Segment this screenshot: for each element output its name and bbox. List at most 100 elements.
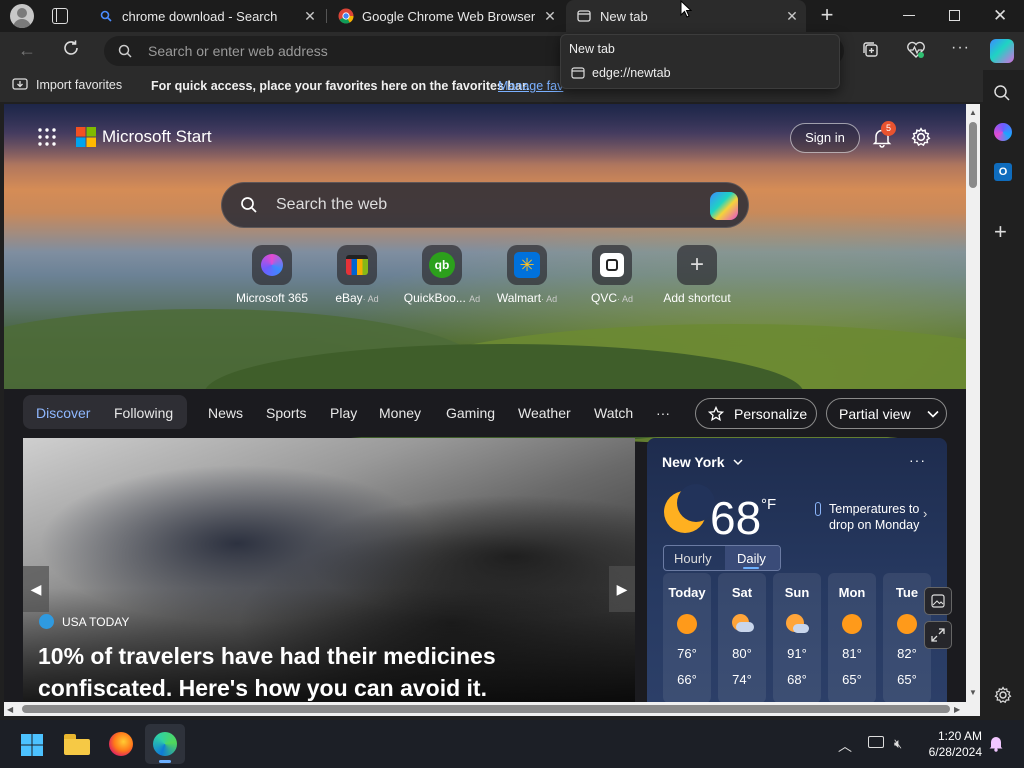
tab-money[interactable]: Money [379,405,421,421]
tab-sports[interactable]: Sports [266,405,306,421]
copilot-sidebar-icon[interactable] [994,123,1012,141]
sidebar-search-icon[interactable] [993,84,1011,102]
refresh-icon[interactable] [62,39,80,57]
new-tab-button[interactable]: + [816,4,838,27]
scrollbar-thumb[interactable] [969,122,977,188]
tab-news[interactable]: News [208,405,243,421]
tab-chrome-search[interactable]: chrome download - Search ✕ [88,0,324,32]
shortcut-qvc[interactable]: QVC· Ad [572,245,652,305]
scroll-right-arrow-icon[interactable]: ▶ [954,705,960,714]
windows-logo-icon [21,734,43,756]
file-explorer-icon[interactable] [64,734,90,755]
import-icon [12,78,28,90]
tab-google-chrome[interactable]: Google Chrome Web Browser ✕ [328,0,564,32]
shortcut-microsoft-365[interactable]: Microsoft 365 [232,245,312,305]
close-tab-icon[interactable]: ✕ [302,8,318,24]
temperature-unit: °F [761,496,777,513]
system-clock[interactable]: 1:20 AM 6/28/2024 [920,728,982,760]
page-settings-icon[interactable] [911,127,931,147]
ebay-bag-icon [337,245,377,285]
hover-card-title: New tab [569,42,615,56]
volume-muted-icon[interactable]: 🔇︎ [894,736,902,752]
sign-in-button[interactable]: Sign in [790,123,860,153]
copilot-icon[interactable] [990,39,1014,63]
back-arrow-icon[interactable]: ← [18,40,36,61]
app-launcher-icon[interactable] [38,128,56,146]
import-favorites-button[interactable]: Import favorites [12,78,122,92]
notification-count-badge: 5 [881,121,896,136]
forecast-day[interactable]: Sat 80° 74° [718,573,766,702]
personalize-button[interactable]: Personalize [695,398,817,429]
search-placeholder: Search the web [276,196,388,213]
hourly-toggle[interactable]: Hourly [674,551,712,566]
scroll-up-arrow-icon[interactable]: ▲ [969,108,977,117]
horizontal-scrollbar[interactable]: ◀ ▶ [4,702,980,716]
forecast-day[interactable]: Mon 81° 65° [828,573,876,702]
tab-actions-icon[interactable] [52,8,68,24]
vertical-scrollbar[interactable]: ▲ ▼ [966,104,980,702]
manage-favorites-link[interactable]: Manage fav [498,79,563,93]
edge-taskbar-button[interactable] [145,724,185,764]
restore-button[interactable] [949,10,960,21]
partly-cloudy-icon [785,614,809,634]
tab-title: Google Chrome Web Browser [362,8,536,24]
shortcut-ebay[interactable]: eBay· Ad [317,245,397,305]
partial-view-dropdown[interactable]: Partial view [826,398,947,429]
scroll-down-arrow-icon[interactable]: ▼ [969,688,977,697]
expand-button[interactable] [924,621,952,649]
web-search-box[interactable]: Search the web [221,182,749,228]
notification-bell-icon[interactable] [988,734,1004,752]
chevron-right-icon[interactable]: › [923,506,927,521]
firefox-icon[interactable] [109,732,133,756]
minimize-button[interactable] [903,15,915,17]
carousel-prev-button[interactable]: ◀ [23,566,49,612]
settings-icon[interactable] [994,686,1012,704]
tab-play[interactable]: Play [330,405,357,421]
weather-alert[interactable]: Temperatures to drop on Monday [829,501,919,533]
quickbooks-icon: qb [422,245,462,285]
microsoft-start-logo[interactable]: Microsoft Start [76,127,212,147]
collections-icon[interactable] [862,41,880,59]
add-shortcut-button[interactable]: + Add shortcut [657,245,737,305]
copilot-icon[interactable] [710,192,738,220]
tab-weather[interactable]: Weather [518,405,571,421]
partly-cloudy-icon [730,614,754,634]
more-tabs-button[interactable]: ··· [656,405,670,421]
add-sidebar-app-icon[interactable]: + [994,221,1007,243]
tab-gaming[interactable]: Gaming [446,405,495,421]
close-window-button[interactable]: ✕ [993,6,1007,26]
edge-logo-icon [153,732,177,756]
personalize-icon [708,405,724,421]
shortcut-quickbooks[interactable]: qb QuickBoo... Ad [402,245,482,305]
tab-watch[interactable]: Watch [594,405,633,421]
top-story-card[interactable]: ◀ ▶ USA TODAY 10% of travelers have had … [23,438,635,702]
profile-avatar[interactable] [10,4,34,28]
microsoft-365-icon [252,245,292,285]
news-headline[interactable]: 10% of travelers have had their medicine… [38,640,496,702]
show-hidden-icons-chevron-up-icon[interactable]: ︿ [838,736,852,756]
close-tab-icon[interactable]: ✕ [542,8,558,24]
walmart-spark-icon: ✳ [507,245,547,285]
start-button[interactable] [21,734,43,756]
daily-toggle[interactable]: Daily [737,551,766,566]
close-tab-icon[interactable]: ✕ [784,8,800,24]
usa-today-logo-icon [39,614,54,629]
new-tab-page-icon [571,67,585,79]
carousel-next-button[interactable]: ▶ [609,566,635,612]
scrollbar-thumb[interactable] [22,705,950,713]
weather-more-icon[interactable]: ··· [909,452,926,468]
search-icon [241,197,257,213]
new-tab-page: Microsoft Start Sign in 5 Search the web… [4,104,966,702]
tab-following[interactable]: Following [114,405,173,421]
outlook-icon[interactable]: O [994,163,1012,181]
forecast-day[interactable]: Sun 91° 68° [773,573,821,702]
scroll-left-arrow-icon[interactable]: ◀ [7,705,13,714]
forecast-day[interactable]: Today 76° 66° [663,573,711,702]
browser-essentials-icon[interactable] [906,41,926,59]
tab-discover[interactable]: Discover [36,405,90,421]
image-info-button[interactable] [924,587,952,615]
more-options-icon[interactable]: ··· [951,39,970,57]
shortcut-walmart[interactable]: ✳ Walmart· Ad [487,245,567,305]
network-icon[interactable] [868,736,884,748]
weather-location-selector[interactable]: New York [662,454,743,470]
